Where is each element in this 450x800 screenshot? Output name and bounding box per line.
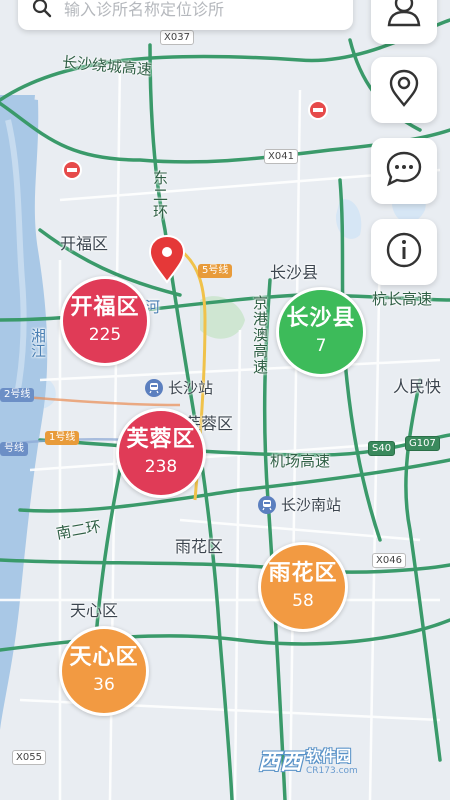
cluster-name: 芙蓉区 [126,427,196,452]
renmin-road-label: 人民快 [393,377,442,396]
search-bar[interactable]: 输入诊所名称定位诊所 [18,0,353,30]
metro-line-2-tag: 2号线 [0,388,35,402]
cluster-changsha-county[interactable]: 长沙县 7 [276,287,366,377]
user-button[interactable] [371,0,437,44]
watermark-logo: 西西 [258,750,303,775]
changsha-south-station[interactable]: 长沙南站 [258,494,341,515]
cluster-count: 36 [93,675,115,695]
cluster-name: 开福区 [70,295,140,320]
road-shield-g107: G107 [405,436,440,451]
kaifu-district-label: 开福区 [60,234,109,253]
info-icon [384,230,424,274]
cluster-yuhua[interactable]: 雨花区 58 [258,542,348,632]
cluster-count: 7 [315,336,327,356]
cluster-kaifu[interactable]: 开福区 225 [60,276,150,366]
metro-line-1-tag: 1号线 [45,431,80,445]
station-name: 长沙站 [168,379,214,397]
yuhua-district-label: 雨花区 [175,537,224,556]
watermark: 西西 软件园 CR173.com [258,744,358,776]
location-pin-icon [384,68,424,112]
user-icon [384,0,424,33]
cluster-count: 58 [292,591,314,611]
hangchang-highway-label: 杭长高速 [372,290,433,308]
cluster-name: 长沙县 [286,306,356,331]
cluster-furong[interactable]: 芙蓉区 238 [116,408,206,498]
search-icon [32,0,52,18]
chat-icon [384,149,424,193]
dongerhuan-label: 东二环 [151,170,169,221]
road-shield-x046: X046 [372,553,406,568]
road-shield-x037: X037 [160,30,194,45]
jingzhuao-highway-label: 京港澳高速 [251,295,269,375]
train-station-icon [145,378,163,397]
road-shield-s40: S40 [368,441,396,456]
cluster-count: 225 [88,325,122,345]
search-input[interactable]: 输入诊所名称定位诊所 [64,0,224,20]
chat-button[interactable] [371,138,437,204]
cluster-count: 238 [144,457,178,477]
cluster-tianxin[interactable]: 天心区 36 [59,626,149,716]
cluster-name: 雨花区 [268,561,338,586]
tianxin-district-label: 天心区 [70,601,119,620]
location-button[interactable] [371,57,437,123]
metro-line-partial-tag: 号线 [0,442,28,456]
watermark-name: 软件园 [306,746,352,765]
jichang-highway-label: 机场高速 [270,452,331,470]
cluster-name: 天心区 [69,645,139,670]
road-shield-x055: X055 [12,750,46,765]
changsha-station[interactable]: 长沙站 [145,377,213,398]
road-shield-x041: X041 [264,149,298,164]
train-station-icon [258,495,276,514]
metro-line-5-tag: 5号线 [198,264,233,278]
xiangjiang-label: 湘江 [29,328,47,358]
station-name: 长沙南站 [281,496,342,514]
watermark-url: CR173.com [306,765,358,776]
changsha-county-label: 长沙县 [270,263,319,282]
info-button[interactable] [371,219,437,285]
